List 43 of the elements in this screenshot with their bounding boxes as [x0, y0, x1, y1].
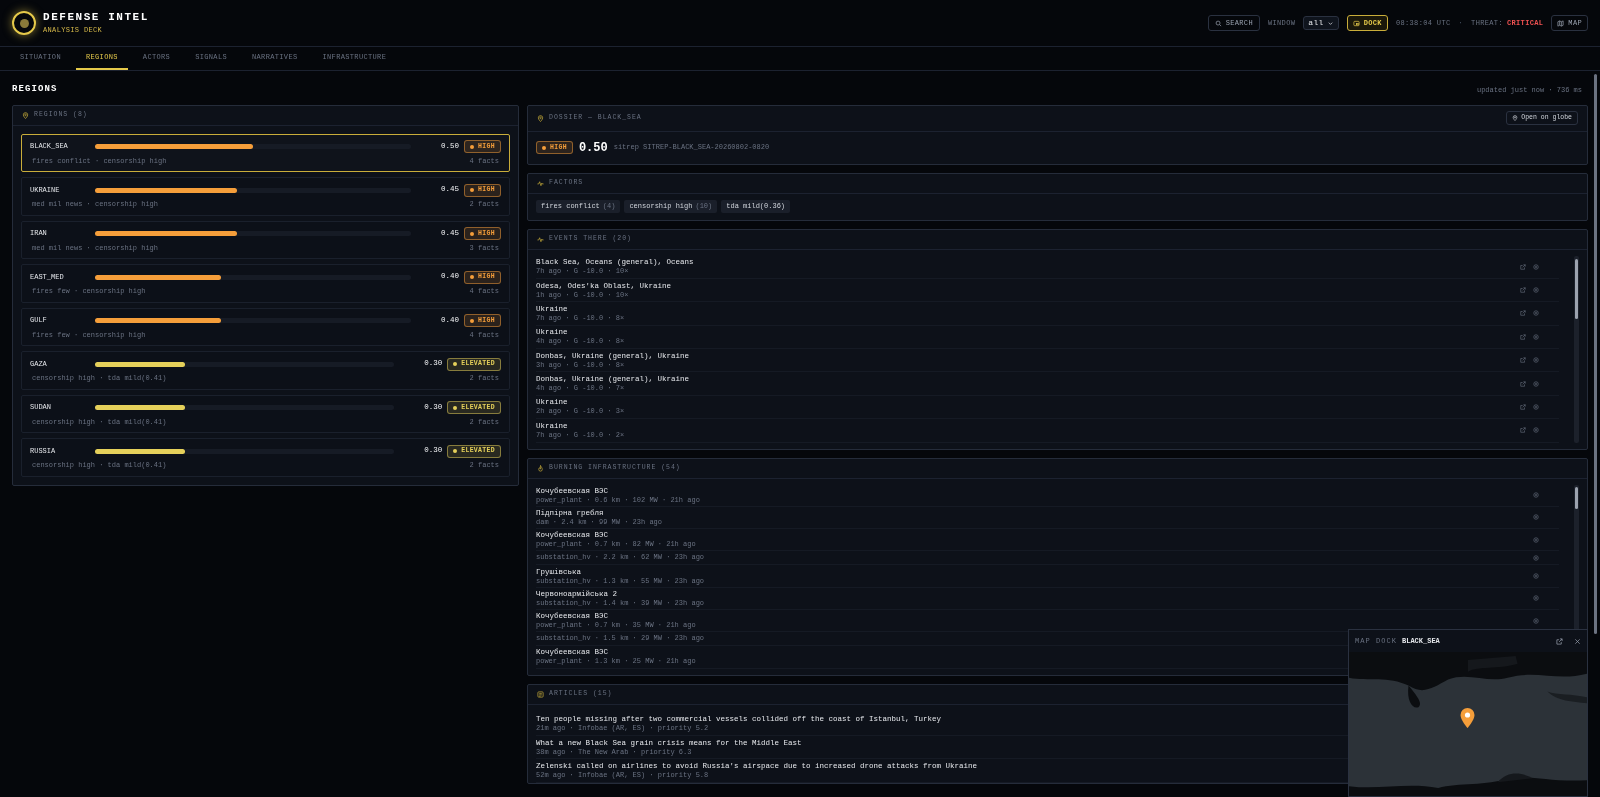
locate-icon — [1533, 554, 1539, 561]
newspaper-icon — [537, 690, 544, 698]
pulse-icon — [537, 235, 544, 243]
map-marker-icon[interactable] — [1459, 707, 1476, 729]
locate-icon — [1533, 287, 1539, 294]
locate-icon — [1533, 536, 1539, 543]
location-pin-icon — [22, 111, 29, 119]
window-select[interactable]: all — [1303, 16, 1339, 30]
locate-icon — [1533, 514, 1539, 521]
locate-icon — [1533, 333, 1539, 340]
dock-icon — [1352, 19, 1360, 27]
scrollbar[interactable] — [1574, 255, 1579, 443]
chevron-down-icon — [1326, 19, 1334, 27]
close-icon[interactable] — [1574, 637, 1581, 645]
external-link-icon — [1520, 403, 1526, 410]
locate-icon — [1533, 357, 1539, 364]
locate-icon — [1533, 492, 1539, 499]
locate-icon — [1533, 263, 1539, 270]
locate-icon — [1533, 380, 1539, 387]
flame-icon — [537, 464, 544, 472]
external-link-icon — [1520, 427, 1526, 434]
locate-icon — [1533, 403, 1539, 410]
dossier-score: 0.50 — [578, 139, 608, 157]
external-link-icon — [1520, 380, 1526, 387]
external-link-icon — [1520, 263, 1526, 270]
page-heading: REGIONS — [12, 83, 58, 96]
map-icon — [1557, 19, 1565, 27]
locate-icon — [1533, 310, 1539, 317]
external-link-icon — [1520, 357, 1526, 364]
external-link-icon[interactable] — [1556, 637, 1563, 645]
pulse-icon — [537, 179, 544, 187]
location-pin-icon — [1512, 115, 1519, 121]
locate-icon — [1533, 427, 1539, 434]
locate-icon — [1533, 617, 1539, 624]
app-title: DEFENSE INTEL — [43, 12, 149, 23]
external-link-icon — [1520, 287, 1526, 294]
external-link-icon — [1520, 310, 1526, 317]
location-pin-icon — [537, 114, 544, 122]
logo-icon — [12, 11, 36, 35]
locate-icon — [1533, 573, 1539, 579]
search-icon — [1214, 19, 1222, 27]
locate-icon — [1533, 595, 1539, 602]
external-link-icon — [1520, 333, 1526, 340]
